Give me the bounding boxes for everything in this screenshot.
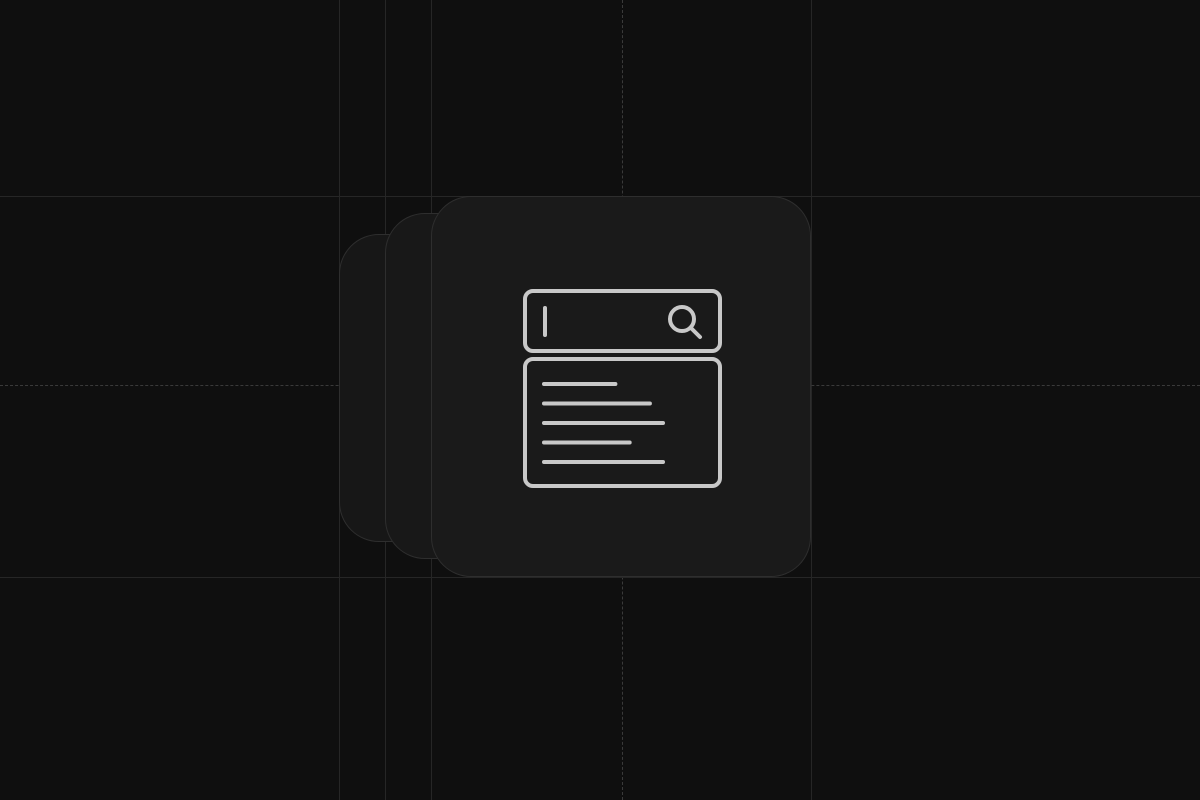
magnifier-icon (668, 305, 702, 339)
search-results-icon (523, 289, 722, 488)
search-bar-icon (523, 289, 722, 353)
result-lines (542, 382, 665, 464)
illustration-canvas (0, 0, 1200, 800)
stacked-card-front (431, 196, 811, 577)
